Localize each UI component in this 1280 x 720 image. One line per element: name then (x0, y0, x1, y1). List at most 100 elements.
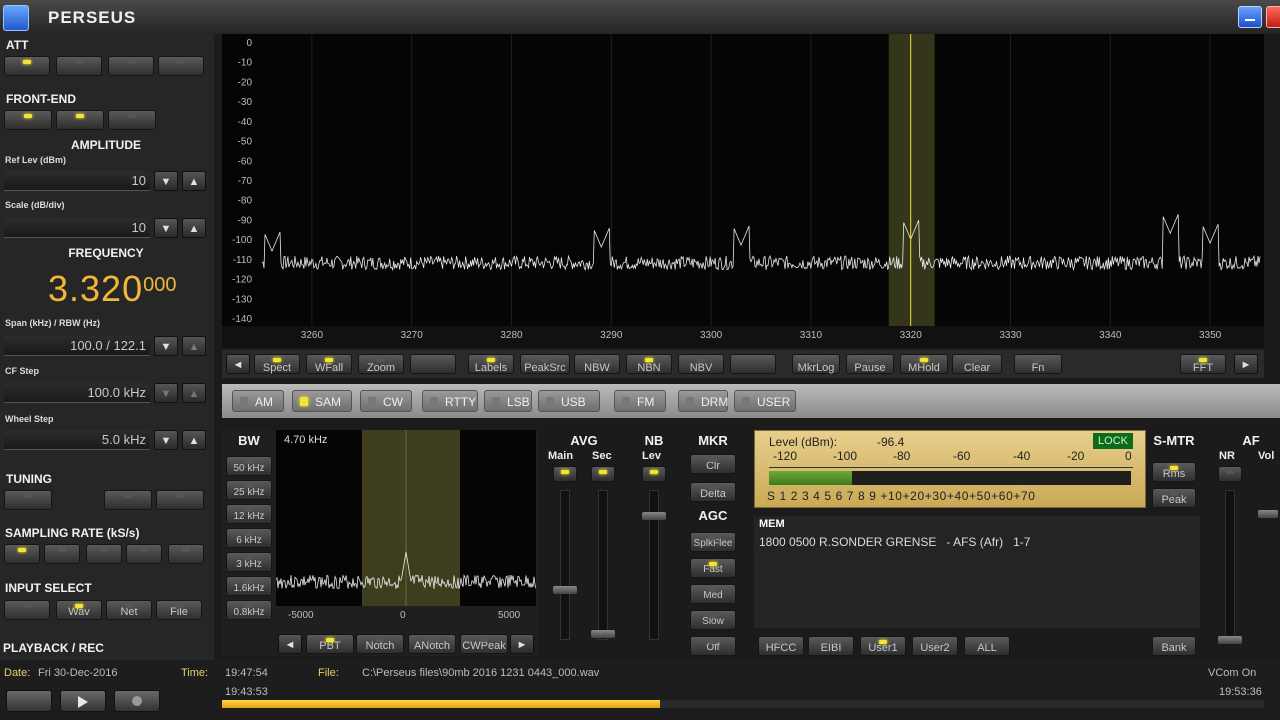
mode-button-cw[interactable]: CW (360, 390, 412, 412)
bw-button-notch[interactable]: Notch (356, 634, 404, 654)
toolbar-button-pause[interactable]: Pause (846, 354, 894, 374)
avg-sec-slider-track[interactable] (598, 490, 608, 640)
bw-button-cwpeak[interactable]: CWPeak (460, 634, 508, 654)
mem-entry[interactable]: 1800 0500 R.SONDER GRENSE - AFS (Afr) 1-… (759, 535, 1030, 549)
ref-lev-up-button[interactable]: ▲ (182, 171, 206, 191)
toolbar-button-fn[interactable]: Fn (1014, 354, 1062, 374)
bw-nav-right[interactable]: ► (510, 634, 534, 654)
mode-button-fm[interactable]: FM (614, 390, 666, 412)
close-button[interactable] (1266, 6, 1280, 28)
bw-button-anotch[interactable]: ANotch (408, 634, 456, 654)
mode-button-lsb[interactable]: LSB (484, 390, 532, 412)
sampling-button-3[interactable] (126, 544, 162, 564)
span-down-button[interactable]: ▼ (154, 336, 178, 356)
toolbar-button-clear[interactable]: Clear (952, 354, 1002, 374)
toolbar-button-peaksrc[interactable]: PeakSrc (520, 354, 570, 374)
toolbar-button-labels[interactable]: Labels (468, 354, 514, 374)
input-button-wav[interactable]: Wav (56, 600, 102, 620)
toolbar-button-fft[interactable]: FFT (1180, 354, 1226, 374)
right-scrollbar[interactable] (1266, 34, 1280, 350)
scale-up-button[interactable]: ▲ (182, 218, 206, 238)
sampling-button-2[interactable] (86, 544, 122, 564)
agc-button-slow[interactable]: Slow (690, 610, 736, 630)
passband-highlight[interactable] (888, 34, 935, 326)
tuning-button-1[interactable] (104, 490, 152, 510)
tuning-button-2[interactable] (156, 490, 204, 510)
agc-button-off[interactable]: Off (690, 636, 736, 656)
mode-button-rtty[interactable]: RTTY (422, 390, 478, 412)
af-vol-slider[interactable] (1258, 510, 1278, 518)
toolbar-button-wfall[interactable]: WFall (306, 354, 352, 374)
nb-slider[interactable] (642, 512, 666, 520)
scale-field[interactable]: 10 (4, 218, 150, 238)
att-button-1[interactable] (56, 56, 102, 76)
bw-preset-button[interactable]: 25 kHz (226, 480, 272, 500)
spectrum-display[interactable]: 0 -10 -20 -30 -40 -50 -60 -70 -80 -90 -100 -110 -120… (222, 34, 1264, 326)
mode-button-sam[interactable]: SAM (292, 390, 352, 412)
att-button-2[interactable] (108, 56, 154, 76)
mode-button-usb[interactable]: USB (538, 390, 600, 412)
input-button-hw[interactable] (4, 600, 50, 620)
span-up-button[interactable]: ▲ (182, 336, 206, 356)
avg-sec-button[interactable] (591, 466, 615, 482)
toolbar-button-nbv[interactable]: NBV (678, 354, 724, 374)
toolbar-button-blank-1[interactable] (410, 354, 456, 374)
wheel-step-down-button[interactable]: ▼ (154, 430, 178, 450)
avg-main-button[interactable] (553, 466, 577, 482)
toolbar-button-spect[interactable]: Spect (254, 354, 300, 374)
toolbar-button-nbn[interactable]: NBN (626, 354, 672, 374)
app-icon[interactable] (3, 5, 29, 31)
bank-button[interactable]: Bank (1152, 636, 1196, 656)
agc-button-fast[interactable]: Fast (690, 558, 736, 578)
toolbar-button-blank-2[interactable] (730, 354, 776, 374)
bw-preset-button[interactable]: 0.8kHz (226, 600, 272, 620)
cf-step-up-button[interactable]: ▲ (182, 383, 206, 403)
bw-button-pbt[interactable]: PBT (306, 634, 354, 654)
agc-button-med[interactable]: Med (690, 584, 736, 604)
play-button[interactable] (60, 690, 106, 712)
mem-button-hfcc[interactable]: HFCC (758, 636, 804, 656)
avg-main-slider[interactable] (553, 586, 577, 594)
record-button[interactable] (114, 690, 160, 712)
ref-lev-down-button[interactable]: ▼ (154, 171, 178, 191)
avg-sec-slider[interactable] (591, 630, 615, 638)
toolbar-nav-right[interactable]: ► (1234, 354, 1258, 374)
sampling-button-4[interactable] (168, 544, 204, 564)
bw-preset-button[interactable]: 12 kHz (226, 504, 272, 524)
mode-button-drm[interactable]: DRM (678, 390, 728, 412)
agc-button-splkflee[interactable]: SplkFlee (690, 532, 736, 552)
toolbar-button-nbw[interactable]: NBW (574, 354, 620, 374)
mkr-button-clr[interactable]: Clr (690, 454, 736, 474)
toolbar-nav-left[interactable]: ◄ (226, 354, 250, 374)
scale-down-button[interactable]: ▼ (154, 218, 178, 238)
mem-button-user2[interactable]: User2 (912, 636, 958, 656)
nb-button[interactable] (642, 466, 666, 482)
mode-button-user[interactable]: USER (734, 390, 796, 412)
toolbar-button-mkrlog[interactable]: MkrLog (792, 354, 840, 374)
mem-button-eibi[interactable]: EIBI (808, 636, 854, 656)
tuning-button-0[interactable] (4, 490, 52, 510)
att-button-0[interactable] (4, 56, 50, 76)
sampling-button-0[interactable] (4, 544, 40, 564)
mem-button-all[interactable]: ALL (964, 636, 1010, 656)
audio-spectrum[interactable] (276, 430, 536, 606)
att-button-3[interactable] (158, 56, 204, 76)
cf-step-down-button[interactable]: ▼ (154, 383, 178, 403)
bw-preset-button[interactable]: 3 kHz (226, 552, 272, 572)
wheel-step-field[interactable]: 5.0 kHz (4, 430, 150, 450)
stop-button[interactable] (6, 690, 52, 712)
frontend-button-0[interactable] (4, 110, 52, 130)
bw-preset-button[interactable]: 6 kHz (226, 528, 272, 548)
frontend-button-2[interactable] (108, 110, 156, 130)
input-button-net[interactable]: Net (106, 600, 152, 620)
cf-step-field[interactable]: 100.0 kHz (4, 383, 150, 403)
playback-progress[interactable] (222, 700, 1264, 708)
smeter-rms-button[interactable]: Rms (1152, 462, 1196, 482)
af-nr-button[interactable] (1218, 466, 1242, 482)
af-nr-slider-track[interactable] (1225, 490, 1235, 640)
wheel-step-up-button[interactable]: ▲ (182, 430, 206, 450)
ref-lev-field[interactable]: 10 (4, 171, 150, 191)
mode-button-am[interactable]: AM (232, 390, 284, 412)
sampling-button-1[interactable] (44, 544, 80, 564)
span-field[interactable]: 100.0 / 122.1 (4, 336, 150, 356)
